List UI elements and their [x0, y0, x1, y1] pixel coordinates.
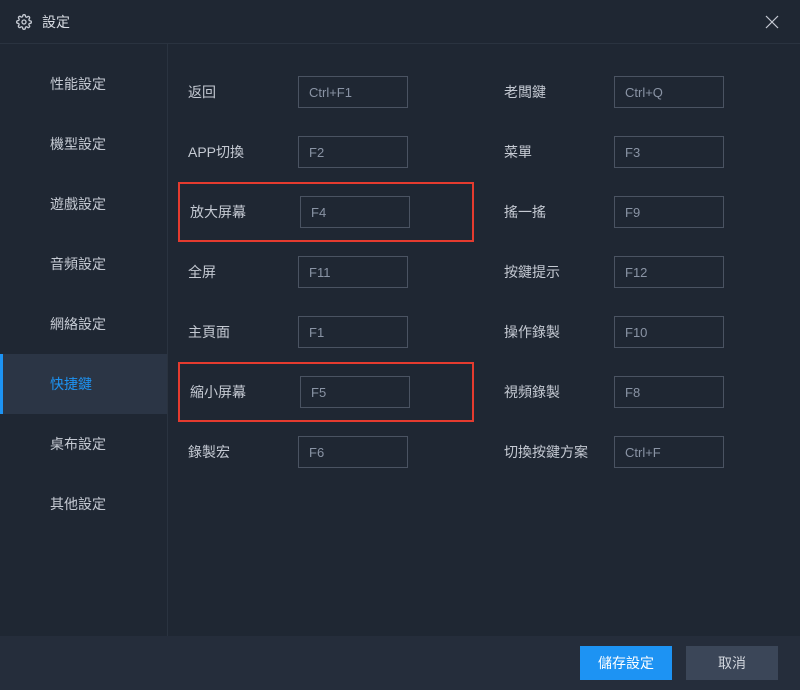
window-title: 設定: [42, 12, 70, 32]
shortcut-row-right-5: 視頻錄製: [494, 362, 790, 422]
sidebar-item-7[interactable]: 其他設定: [0, 474, 167, 534]
shortcut-input[interactable]: [614, 136, 724, 168]
shortcut-label: 錄製宏: [188, 442, 298, 462]
shortcut-row-left-6: 錄製宏: [178, 422, 474, 482]
shortcut-label: APP切換: [188, 142, 298, 162]
shortcut-input[interactable]: [614, 256, 724, 288]
sidebar-item-label: 快捷鍵: [50, 374, 92, 394]
shortcut-row-right-1: 菜單: [494, 122, 790, 182]
sidebar: 性能設定機型設定遊戲設定音頻設定網絡設定快捷鍵桌布設定其他設定: [0, 44, 168, 636]
shortcut-label: 縮小屏幕: [190, 382, 300, 402]
sidebar-item-label: 機型設定: [50, 134, 106, 154]
shortcut-input[interactable]: [298, 436, 408, 468]
shortcut-label: 切換按鍵方案: [504, 442, 614, 462]
shortcut-input[interactable]: [614, 316, 724, 348]
shortcut-input[interactable]: [300, 196, 410, 228]
content-panel: 返回 老闆鍵 APP切換 菜單放大屏幕 搖一搖全屏 按鍵提示主頁面 操作錄製縮小屏幕 視頻錄製…: [168, 44, 800, 636]
sidebar-item-label: 性能設定: [50, 74, 106, 94]
shortcut-label: 放大屏幕: [190, 202, 300, 222]
shortcut-label: 老闆鍵: [504, 82, 614, 102]
shortcut-row-left-5: 縮小屏幕: [178, 362, 474, 422]
save-button[interactable]: 儲存設定: [580, 646, 672, 680]
shortcut-input[interactable]: [298, 316, 408, 348]
sidebar-item-label: 網絡設定: [50, 314, 106, 334]
shortcut-label: 菜單: [504, 142, 614, 162]
shortcut-input[interactable]: [298, 136, 408, 168]
shortcut-row-right-0: 老闆鍵: [494, 62, 790, 122]
shortcut-input[interactable]: [614, 196, 724, 228]
shortcut-row-left-3: 全屏: [178, 242, 474, 302]
sidebar-item-label: 音頻設定: [50, 254, 106, 274]
shortcut-label: 按鍵提示: [504, 262, 614, 282]
shortcut-label: 視頻錄製: [504, 382, 614, 402]
shortcut-row-left-2: 放大屏幕: [178, 182, 474, 242]
gear-icon: [16, 14, 32, 30]
shortcut-input[interactable]: [298, 76, 408, 108]
sidebar-item-label: 其他設定: [50, 494, 106, 514]
shortcut-row-left-0: 返回: [178, 62, 474, 122]
shortcut-input[interactable]: [298, 256, 408, 288]
shortcut-input[interactable]: [614, 376, 724, 408]
cancel-button[interactable]: 取消: [686, 646, 778, 680]
shortcut-label: 主頁面: [188, 322, 298, 342]
sidebar-item-5[interactable]: 快捷鍵: [0, 354, 167, 414]
shortcut-input[interactable]: [614, 436, 724, 468]
close-icon[interactable]: [760, 10, 784, 34]
shortcut-label: 操作錄製: [504, 322, 614, 342]
sidebar-item-2[interactable]: 遊戲設定: [0, 174, 167, 234]
shortcut-input[interactable]: [300, 376, 410, 408]
shortcut-label: 全屏: [188, 262, 298, 282]
shortcut-row-left-1: APP切換: [178, 122, 474, 182]
sidebar-item-0[interactable]: 性能設定: [0, 54, 167, 114]
shortcut-row-left-4: 主頁面: [178, 302, 474, 362]
shortcut-row-right-2: 搖一搖: [494, 182, 790, 242]
sidebar-item-4[interactable]: 網絡設定: [0, 294, 167, 354]
sidebar-item-6[interactable]: 桌布設定: [0, 414, 167, 474]
titlebar: 設定: [0, 0, 800, 44]
sidebar-item-3[interactable]: 音頻設定: [0, 234, 167, 294]
shortcut-row-right-3: 按鍵提示: [494, 242, 790, 302]
shortcut-label: 返回: [188, 82, 298, 102]
footer: 儲存設定 取消: [0, 636, 800, 690]
sidebar-item-1[interactable]: 機型設定: [0, 114, 167, 174]
sidebar-item-label: 桌布設定: [50, 434, 106, 454]
shortcut-row-right-6: 切換按鍵方案: [494, 422, 790, 482]
sidebar-item-label: 遊戲設定: [50, 194, 106, 214]
shortcut-input[interactable]: [614, 76, 724, 108]
shortcut-row-right-4: 操作錄製: [494, 302, 790, 362]
shortcut-label: 搖一搖: [504, 202, 614, 222]
